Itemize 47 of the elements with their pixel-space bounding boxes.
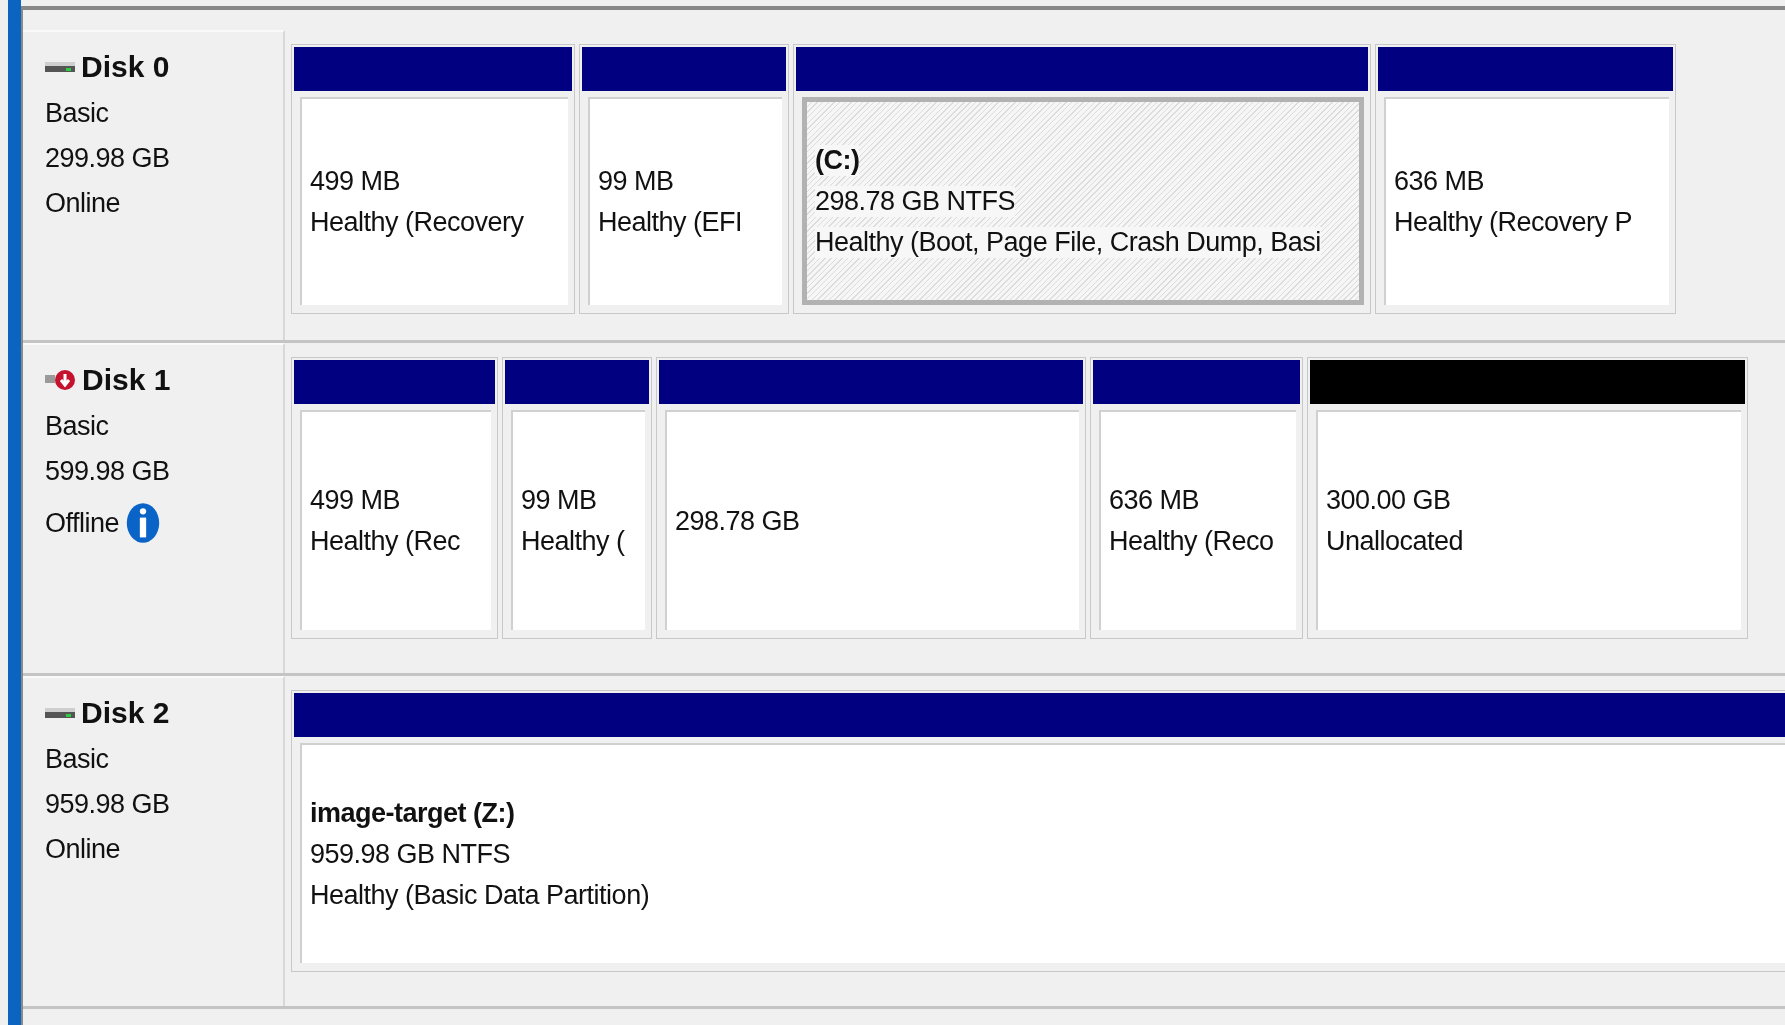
partition-panel[interactable]: 99 MB Healthy ( [511,410,645,630]
partition-size: 298.78 GB NTFS [815,185,1016,217]
partition-label: image-target (Z:) [310,797,516,829]
disk-name: Disk 0 [81,50,170,84]
partition-size: 300.00 GB [1326,485,1452,516]
disk-info-panel[interactable]: Disk 2 Basic 959.98 GB Online [23,676,285,1006]
partition-panel[interactable]: (C:) 298.78 GB NTFS Healthy (Boot, Page File, Crash Dump, Basi [802,97,1364,305]
partition-panel[interactable]: 499 MB Healthy (Recovery [300,97,568,305]
disk-capacity: 959.98 GB [45,789,170,820]
partition-status: Healthy (EFI [598,207,744,238]
info-icon[interactable] [125,501,162,545]
disk-status: Offline [45,507,120,539]
disk-status: Online [45,188,121,219]
partition-status: Healthy (Recovery [310,207,525,238]
partition-size: 499 MB [310,166,402,197]
partition-size: 959.98 GB NTFS [310,838,512,870]
partition-status: Healthy (Rec [310,526,462,557]
disk-info-panel[interactable]: Disk 0 Basic 299.98 GB Online [23,30,285,340]
partition-panel[interactable]: 300.00 GB Unallocated [1316,410,1741,630]
partition-size: 636 MB [1394,166,1486,197]
partition-status: Healthy (Basic Data Partition) [310,879,651,911]
partition-size: 99 MB [598,166,675,197]
disk-capacity: 299.98 GB [45,143,170,174]
partition-panel[interactable]: 636 MB Healthy (Recovery P [1384,97,1669,305]
disk-type: Basic [45,744,109,775]
partition-panel[interactable]: 636 MB Healthy (Reco [1099,410,1296,630]
partition-status: Healthy (Reco [1109,526,1275,557]
partition-size: 298.78 GB [675,505,801,537]
disk-name: Disk 1 [82,363,171,397]
partition-panel[interactable]: 298.78 GB [665,410,1079,630]
partition-panel[interactable]: 99 MB Healthy (EFI [588,97,782,305]
disk-name: Disk 2 [81,696,170,730]
partition-status: Healthy ( [521,526,626,557]
partition-status: Unallocated [1326,526,1465,557]
disk-type: Basic [45,411,109,442]
partition-size: 636 MB [1109,485,1201,516]
partition-panel[interactable]: image-target (Z:) 959.98 GB NTFS Healthy (Basic Data Partition) [300,743,1785,963]
partition-size: 499 MB [310,485,402,516]
disk-status: Online [45,834,121,865]
partition-status: Healthy (Boot, Page File, Crash Dump, Basi [815,226,1321,258]
partition-panel[interactable]: 499 MB Healthy (Rec [300,410,491,630]
disk-info-panel[interactable]: Disk 1 Basic 599.98 GB Offline [23,343,285,673]
disk-type: Basic [45,98,109,129]
partition-label: (C:) [815,144,860,176]
partition-size: 99 MB [521,485,598,516]
partition-status: Healthy (Recovery P [1394,207,1634,238]
disk-capacity: 599.98 GB [45,456,170,487]
